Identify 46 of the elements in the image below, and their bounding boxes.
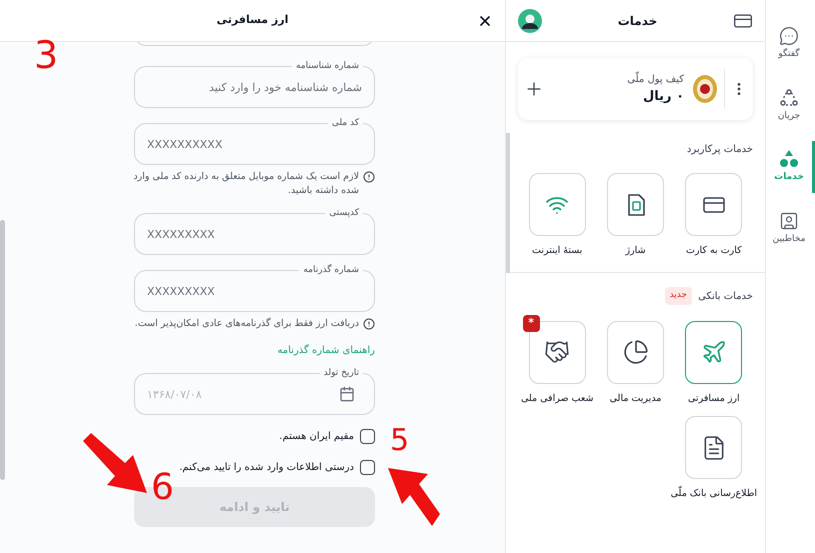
checkbox-label: مقیم ایران هستم. xyxy=(279,430,354,444)
section-title: خدمات بانکی xyxy=(698,290,753,304)
handshake-icon xyxy=(544,339,570,366)
checkbox[interactable] xyxy=(360,460,375,475)
panel-title: خدمات xyxy=(618,12,658,30)
wallet-balance: ۰ ریال xyxy=(642,88,684,106)
nav-item[interactable]: گفتگو xyxy=(766,18,815,70)
tile-label: شعب صرافی ملی xyxy=(520,392,594,406)
wallet-title: کیف پول ملّی xyxy=(627,72,684,87)
tile-label: بستهٔ اینترنت xyxy=(532,244,582,258)
field-label: شماره شناسنامه xyxy=(292,59,363,73)
contact-icon xyxy=(779,210,799,230)
hint-text: لازم است یک شماره موبایل متعلق به دارنده کد ملی وارد شده داشته باشید. xyxy=(132,170,359,198)
annotation-arrow xyxy=(83,433,148,493)
services-icon xyxy=(779,149,799,169)
annotation-number: 5 xyxy=(390,426,410,456)
tile-badge: * xyxy=(522,314,540,332)
field-label: تاریخ تولد xyxy=(320,366,363,380)
info-icon xyxy=(363,171,375,183)
service-tile[interactable] xyxy=(685,320,742,384)
nav-item[interactable]: جریان xyxy=(766,80,815,131)
tile-label: مدیریت مالی xyxy=(610,392,662,406)
section-title: خدمات پرکاربرد xyxy=(686,143,753,157)
new-badge: جدید xyxy=(664,287,692,305)
annotation-number: 3 xyxy=(34,36,58,74)
bank-emblem-icon xyxy=(692,74,718,104)
avatar[interactable] xyxy=(518,8,542,32)
annotation-arrow xyxy=(388,468,440,526)
close-button[interactable] xyxy=(477,13,493,29)
plane-icon xyxy=(700,339,727,366)
flow-icon xyxy=(779,88,799,108)
checkbox[interactable] xyxy=(360,429,375,444)
calendar-icon xyxy=(339,386,355,402)
pie-chart-icon xyxy=(622,339,649,366)
tile-label: شارژ xyxy=(626,244,646,258)
hint-text: دریافت ارز فقط برای گذرنامه‌های عادی امکان‌پذیر است. xyxy=(134,317,359,331)
tile-label: کارت به کارت xyxy=(686,244,742,258)
field-label: کدپستی xyxy=(325,206,363,220)
nav-item[interactable]: مخاطبین xyxy=(766,202,815,254)
tile-label: اطلاع‌رسانی بانک ملّی xyxy=(670,487,758,502)
checkbox-label: درستی اطلاعات وارد شده را تایید می‌کنم. xyxy=(179,461,354,475)
tile-label: ارز مسافرتی xyxy=(688,392,740,406)
chat-icon xyxy=(779,26,799,46)
field-label: شماره گذرنامه xyxy=(299,263,363,277)
info-icon xyxy=(363,318,375,330)
dialog-title: ارز مسافرتی xyxy=(216,12,288,28)
